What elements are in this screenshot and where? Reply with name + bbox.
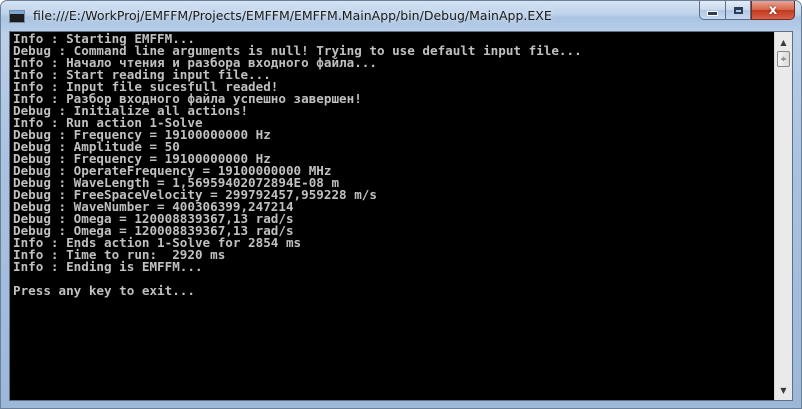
caption-buttons: x bbox=[699, 1, 795, 21]
maximize-button[interactable] bbox=[725, 1, 751, 20]
console-output[interactable]: Info : Starting EMFFM... Debug : Command … bbox=[10, 32, 774, 400]
minimize-icon bbox=[707, 10, 718, 16]
scroll-thumb[interactable]: ≑ bbox=[777, 51, 790, 67]
minimize-button[interactable] bbox=[699, 1, 725, 20]
vertical-scrollbar[interactable]: ▲ ≑ ▼ bbox=[774, 32, 792, 400]
console-line: Info : Ending is EMFFM... bbox=[13, 259, 203, 274]
scroll-down-icon[interactable]: ▼ bbox=[775, 382, 792, 398]
console-window: file:///E:/WorkProj/EMFFM/Projects/EMFFM… bbox=[0, 0, 802, 409]
console-app-icon[interactable] bbox=[9, 10, 25, 23]
window-title: file:///E:/WorkProj/EMFFM/Projects/EMFFM… bbox=[33, 8, 552, 23]
close-icon: x bbox=[768, 2, 778, 18]
console-client-area: Info : Starting EMFFM... Debug : Command … bbox=[9, 31, 793, 401]
scroll-up-icon[interactable]: ▲ bbox=[775, 34, 792, 50]
close-button[interactable]: x bbox=[751, 1, 795, 20]
title-bar[interactable]: file:///E:/WorkProj/EMFFM/Projects/EMFFM… bbox=[1, 1, 801, 31]
maximize-icon bbox=[733, 6, 743, 14]
console-line: Press any key to exit... bbox=[13, 283, 195, 298]
